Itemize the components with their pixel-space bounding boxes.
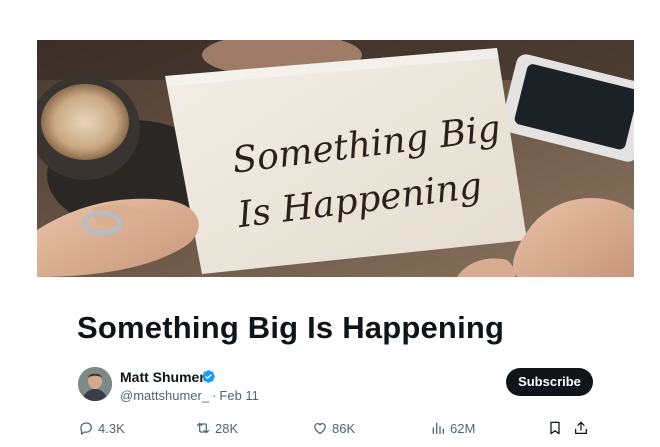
like-count: 86K [332,420,356,436]
author-name[interactable]: Matt Shumer [120,369,205,385]
like-button[interactable]: 86K [312,419,355,437]
heart-icon [314,423,326,435]
views-button[interactable]: 62M [430,419,475,437]
meta-separator: · [212,388,217,403]
subscribe-button[interactable]: Subscribe [506,368,593,396]
author-meta: @mattshumer_ · Feb 11 [120,388,259,403]
comment-icon [80,422,92,435]
bookmark-button[interactable] [547,419,563,437]
reply-button[interactable]: 4.3K [78,419,125,437]
avatar-photo [78,367,112,401]
share-button[interactable] [573,419,589,437]
share-icon [575,421,587,434]
views-icon [432,422,444,434]
cover-photo: Something Big Is Happening [37,40,634,277]
repost-button[interactable]: 28K [195,419,238,437]
repost-count: 28K [215,420,239,436]
verified-icon [202,370,215,383]
article-title: Something Big Is Happening [77,310,505,345]
author-handle[interactable]: @mattshumer_ [120,388,209,403]
article-cover-image[interactable]: Something Big Is Happening [37,40,634,277]
views-count: 62M [450,420,476,436]
bookmark-icon [550,421,560,435]
author-avatar[interactable] [78,367,112,401]
reply-count: 4.3K [98,420,125,436]
repost-icon [196,422,210,434]
post-date: Feb 11 [219,388,259,403]
